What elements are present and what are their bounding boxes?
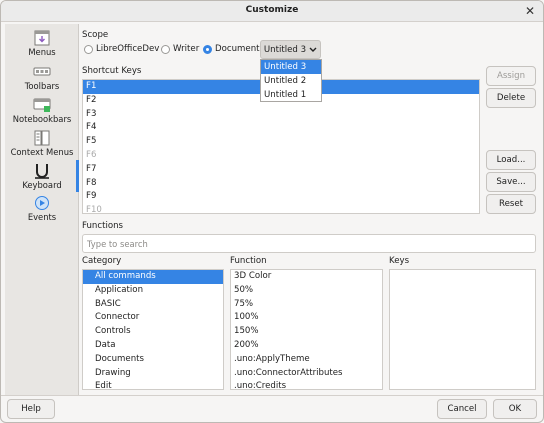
function-rows: 3D Color 50% 75% 100% 150% 200% .uno:ApplyThem… [231, 270, 382, 389]
category-item[interactable]: Documents [83, 353, 223, 367]
category-item[interactable]: Controls [83, 325, 223, 339]
category-item[interactable]: Data [83, 339, 223, 353]
dropdown-option-untitled-3[interactable]: Untitled 3 [261, 60, 321, 74]
reset-button[interactable]: Reset [486, 194, 536, 214]
sidebar-item-label: Notebookbars [12, 114, 72, 124]
category-item[interactable]: Connector [83, 311, 223, 325]
function-item[interactable]: 200% [231, 339, 382, 353]
sidebar-item-label: Toolbars [24, 81, 60, 91]
title-bar[interactable]: Customize ✕ [1, 1, 543, 22]
keys-label: Keys [389, 256, 410, 266]
function-item[interactable]: 100% [231, 311, 382, 325]
shortcut-key-row[interactable]: F3 [83, 108, 479, 122]
radio-indicator [84, 44, 93, 54]
radio-label: LibreOfficeDev [96, 44, 160, 54]
dropdown-option-untitled-2[interactable]: Untitled 2 [261, 74, 321, 88]
close-icon[interactable]: ✕ [525, 4, 535, 18]
notebookbars-icon [33, 98, 51, 112]
category-list[interactable]: All commands Application BASIC Connector Con… [82, 269, 224, 390]
shortcut-key-row[interactable]: F10 [83, 204, 479, 213]
sidebar-item-label: Menus [28, 47, 56, 57]
dialog-title: Customize [245, 5, 299, 15]
combo-value: Untitled 3 [263, 44, 307, 55]
function-item[interactable]: 75% [231, 298, 382, 312]
function-item[interactable]: 150% [231, 325, 382, 339]
sidebar-item-label: Events [27, 212, 57, 222]
category-rows: All commands Application BASIC Connector Con… [83, 270, 223, 389]
sidebar-item-events[interactable]: Events [5, 195, 79, 222]
scope-label: Scope [82, 30, 109, 40]
function-item[interactable]: .uno:ConnectorAttributes [231, 367, 382, 381]
toolbars-icon [33, 67, 51, 76]
scope-radio-writer[interactable]: Writer [161, 44, 199, 54]
keyboard-icon [35, 164, 49, 179]
category-item[interactable]: Application [83, 284, 223, 298]
cancel-button[interactable]: Cancel [437, 399, 487, 419]
category-item[interactable]: Edit [83, 380, 223, 389]
chevron-down-icon [309, 47, 317, 52]
delete-button[interactable]: Delete [486, 88, 536, 108]
shortcut-key-row[interactable]: F4 [83, 121, 479, 135]
category-label: Category [82, 256, 122, 266]
sidebar-item-label: Context Menus [10, 147, 74, 157]
sidebar-item-context-menus[interactable]: Context Menus [5, 130, 79, 157]
function-item[interactable]: 3D Color [231, 270, 382, 284]
ok-button[interactable]: OK [493, 399, 537, 419]
document-combo[interactable]: Untitled 3 [260, 40, 321, 59]
shortcut-key-row[interactable]: F9 [83, 190, 479, 204]
menus-icon [34, 30, 50, 46]
radio-indicator [161, 44, 170, 54]
assign-button[interactable]: Assign [486, 66, 536, 86]
shortcut-keys-label: Shortcut Keys [82, 66, 142, 76]
radio-label: Writer [173, 44, 200, 54]
events-icon [35, 196, 49, 210]
context-menus-icon [34, 130, 50, 146]
category-item[interactable]: BASIC [83, 298, 223, 312]
function-item[interactable]: .uno:Credits [231, 380, 382, 389]
sidebar-item-toolbars[interactable]: Toolbars [5, 64, 79, 91]
scope-radio-document[interactable]: Document [203, 44, 260, 54]
help-button[interactable]: Help [7, 399, 55, 419]
sidebar-item-label: Keyboard [22, 180, 62, 190]
shortcut-key-row[interactable]: F8 [83, 177, 479, 191]
function-item[interactable]: .uno:ApplyTheme [231, 353, 382, 367]
category-item[interactable]: Drawing [83, 367, 223, 381]
dropdown-option-untitled-1[interactable]: Untitled 1 [261, 88, 321, 102]
sidebar: Menus Toolbars Notebookbars Context Menu… [5, 24, 79, 395]
scope-radio-libreofficedev[interactable]: LibreOfficeDev [84, 44, 159, 54]
radio-label: Document [215, 44, 260, 54]
sidebar-item-notebookbars[interactable]: Notebookbars [5, 97, 79, 124]
shortcut-key-row[interactable]: F5 [83, 135, 479, 149]
customize-dialog: Customize ✕ Menus Toolbars Notebookbars … [0, 0, 544, 423]
radio-indicator-selected [203, 44, 212, 54]
functions-label: Functions [82, 221, 124, 231]
sidebar-item-menus[interactable]: Menus [5, 30, 79, 57]
keys-list[interactable] [389, 269, 536, 390]
document-dropdown: Untitled 3 Untitled 2 Untitled 1 [260, 59, 322, 102]
load-button[interactable]: Load... [486, 150, 536, 170]
category-item[interactable]: All commands [83, 270, 223, 284]
search-input[interactable] [82, 234, 536, 253]
function-label: Function [230, 256, 267, 266]
sidebar-item-keyboard[interactable]: Keyboard [5, 163, 79, 190]
function-item[interactable]: 50% [231, 284, 382, 298]
shortcut-key-row[interactable]: F6 [83, 149, 479, 163]
shortcut-key-row[interactable]: F7 [83, 163, 479, 177]
active-indicator [76, 160, 79, 192]
function-list[interactable]: 3D Color 50% 75% 100% 150% 200% .uno:ApplyThem… [230, 269, 383, 390]
save-button[interactable]: Save... [486, 172, 536, 192]
footer-separator [1, 395, 543, 396]
